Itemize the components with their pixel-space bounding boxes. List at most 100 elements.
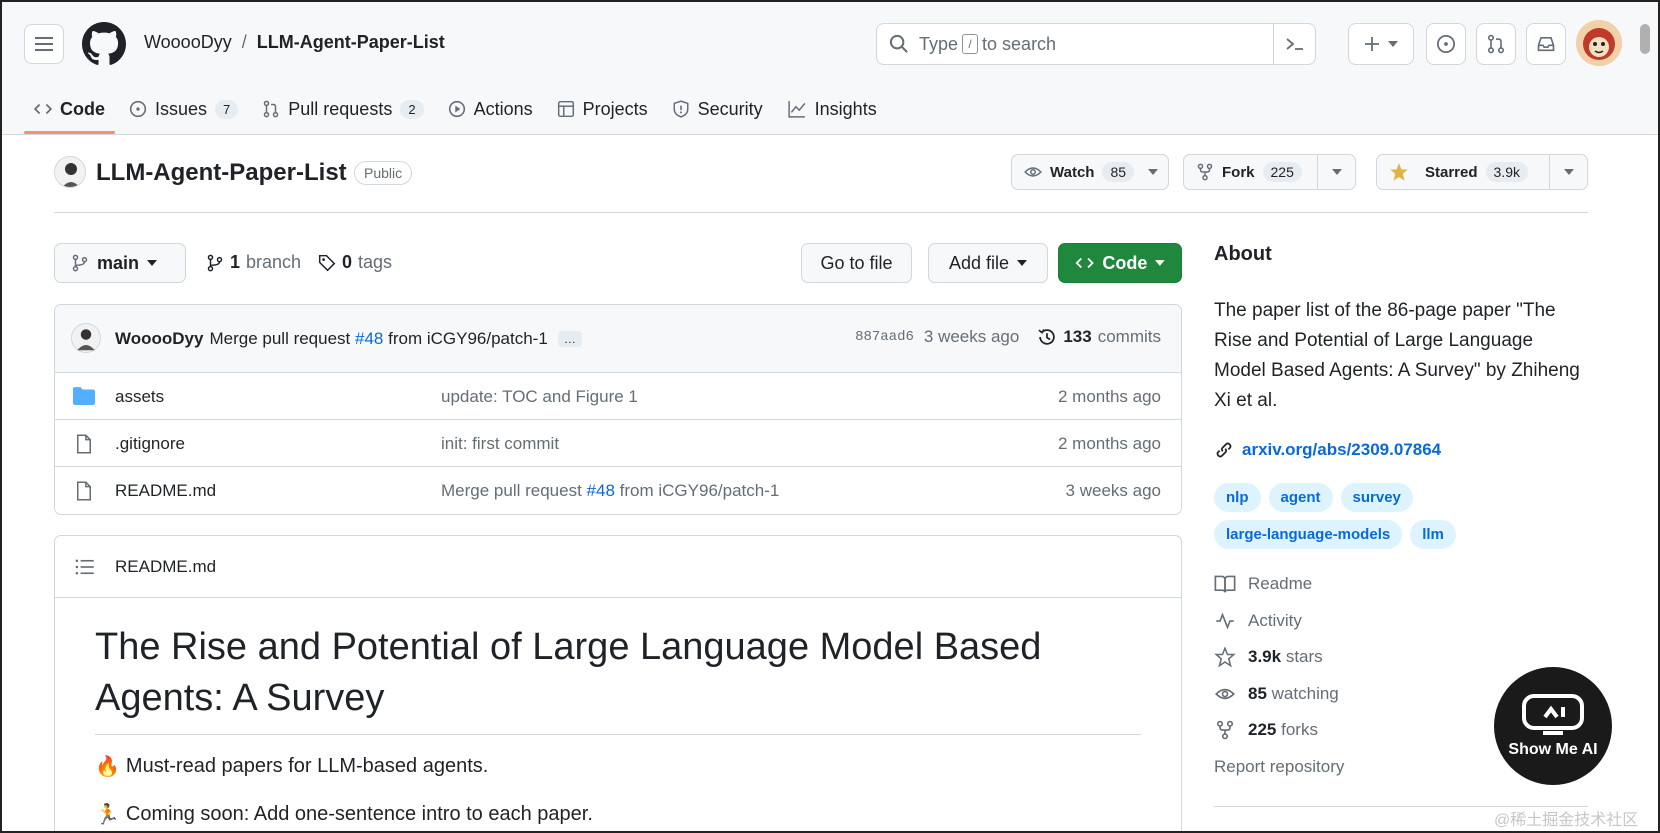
graph-icon (788, 101, 806, 118)
star-main[interactable]: Starred 3.9k (1377, 155, 1549, 189)
search-input[interactable]: Type / to search (876, 23, 1316, 65)
commit-message-suffix[interactable]: from iCGY96/patch-1 (388, 329, 548, 349)
scrollbar-thumb[interactable] (1640, 24, 1650, 54)
file-row[interactable]: .gitignore init: first commit 2 months a… (55, 420, 1181, 467)
readme-panel: README.md The Rise and Potential of Larg… (54, 535, 1182, 833)
file-name[interactable]: assets (115, 387, 164, 407)
create-new-button[interactable] (1348, 23, 1414, 65)
about-description: The paper list of the 86-page paper "The… (1214, 300, 1580, 411)
code-dropdown-button[interactable]: Code (1058, 243, 1182, 283)
global-header: WooooDyy / LLM-Agent-Paper-List Type / t… (0, 0, 1660, 135)
repo-name[interactable]: LLM-Agent-Paper-List (96, 159, 347, 187)
owner-avatar[interactable] (54, 156, 86, 188)
readme-title: The Rise and Potential of Large Language… (95, 622, 1141, 735)
runner-emoji-icon: 🏃 (95, 804, 120, 826)
file-name[interactable]: README.md (115, 481, 216, 501)
star-dropdown[interactable] (1549, 155, 1587, 189)
commit-author-avatar[interactable] (71, 323, 101, 353)
file-row[interactable]: assets update: TOC and Figure 1 2 months… (55, 373, 1181, 420)
homepage-url: arxiv.org/abs/2309.07864 (1242, 440, 1442, 459)
person-avatar-icon (72, 324, 100, 352)
commit-message-prefix[interactable]: Merge pull request (209, 329, 350, 349)
file-name[interactable]: .gitignore (115, 434, 185, 454)
terminal-icon (1285, 38, 1303, 50)
tab-actions[interactable]: Actions (438, 86, 543, 132)
fork-dropdown[interactable] (1317, 155, 1355, 189)
tab-issues[interactable]: Issues 7 (119, 86, 248, 132)
branch-bar: main 1 branch 0 tags Go to file Add file… (54, 243, 1182, 283)
file-list: WooooDyy Merge pull request #48 from iCG… (54, 304, 1182, 515)
issues-button[interactable] (1426, 23, 1466, 65)
repo-nav-tabs: Code Issues 7 Pull requests 2 Actions Pr… (24, 86, 887, 134)
commit-count: 133 (1063, 327, 1092, 346)
inbox-button[interactable] (1526, 23, 1566, 65)
tab-label: Actions (473, 98, 533, 119)
fork-icon (1197, 163, 1213, 181)
chevron-down-icon[interactable] (1148, 169, 1159, 175)
file-commit-message[interactable]: update: TOC and Figure 1 (441, 387, 638, 407)
eye-icon (1024, 167, 1042, 177)
list-icon[interactable] (75, 558, 95, 576)
expand-commit-button[interactable]: … (557, 330, 582, 347)
tab-insights[interactable]: Insights (777, 86, 887, 132)
topic-tag[interactable]: survey (1340, 483, 1413, 512)
code-icon (34, 103, 52, 115)
file-commit-message[interactable]: init: first commit (441, 434, 559, 454)
go-to-file-button[interactable]: Go to file (801, 243, 912, 283)
folder-icon (73, 387, 95, 405)
user-avatar[interactable] (1576, 20, 1622, 66)
github-logo-icon[interactable] (82, 22, 126, 66)
activity-label: Activity (1248, 610, 1302, 630)
readme-header: README.md (55, 536, 1181, 598)
visibility-badge: Public (354, 161, 413, 185)
commit-sha[interactable]: 887aad6 (855, 329, 914, 345)
menu-button[interactable] (24, 24, 64, 64)
branch-icon (72, 254, 88, 272)
add-file-button[interactable]: Add file (928, 243, 1048, 283)
commits-history-link[interactable]: 133 commits (1037, 327, 1161, 347)
tab-projects[interactable]: Projects (547, 86, 658, 132)
report-repository-link[interactable]: Report repository (1214, 749, 1344, 786)
pull-requests-button[interactable] (1476, 23, 1516, 65)
tab-pull-requests[interactable]: Pull requests 2 (252, 86, 433, 132)
topic-tag[interactable]: large-language-models (1214, 520, 1403, 549)
branches-link[interactable]: 1 branch (206, 252, 301, 273)
watch-main[interactable]: Watch 85 (1012, 155, 1146, 189)
pulse-icon (1216, 612, 1234, 630)
fork-main[interactable]: Fork 225 (1184, 155, 1317, 189)
readme-filename[interactable]: README.md (115, 557, 216, 577)
topic-tag[interactable]: nlp (1214, 483, 1261, 512)
file-commit-message[interactable]: Merge pull request #48 from iCGY96/patch… (441, 481, 779, 501)
repo-title-bar: LLM-Agent-Paper-List Public Watch 85 For… (54, 150, 1588, 213)
topic-tag[interactable]: agent (1268, 483, 1333, 512)
fork-button[interactable]: Fork 225 (1183, 154, 1356, 190)
topic-tag[interactable]: llm (1410, 520, 1456, 549)
hamburger-icon (35, 37, 53, 51)
file-row[interactable]: README.md Merge pull request #48 from iC… (55, 467, 1181, 514)
code-icon (1075, 257, 1094, 269)
add-file-label: Add file (948, 252, 1010, 273)
tags-link[interactable]: 0 tags (318, 252, 392, 273)
watch-button[interactable]: Watch 85 (1011, 154, 1169, 190)
commit-pr-link[interactable]: #48 (355, 329, 383, 349)
tab-security[interactable]: Security (662, 86, 773, 132)
eye-icon (1215, 688, 1235, 699)
command-palette-button[interactable] (1273, 24, 1315, 64)
pull-requests-counter: 2 (400, 99, 424, 119)
readme-link[interactable]: Readme (1214, 566, 1344, 603)
tab-code[interactable]: Code (24, 86, 115, 134)
repo-link[interactable]: LLM-Agent-Paper-List (257, 32, 445, 53)
branch-selector[interactable]: main (54, 243, 186, 283)
watching-word: watching (1271, 683, 1339, 703)
activity-link[interactable]: Activity (1214, 603, 1344, 640)
file-commit-pr-link[interactable]: #48 (587, 481, 615, 500)
star-button[interactable]: Starred 3.9k (1376, 154, 1588, 190)
homepage-link[interactable]: arxiv.org/abs/2309.07864 (1214, 440, 1441, 460)
commit-author[interactable]: WooooDyy (115, 329, 203, 349)
readme-line-1-text: Must-read papers for LLM-based agents. (125, 755, 489, 777)
star-icon (1214, 647, 1236, 668)
stars-link[interactable]: 3.9k stars (1214, 639, 1344, 676)
owner-link[interactable]: WooooDyy (144, 32, 232, 53)
watchers-link[interactable]: 85 watching (1214, 676, 1344, 713)
forks-link[interactable]: 225 forks (1214, 712, 1344, 749)
